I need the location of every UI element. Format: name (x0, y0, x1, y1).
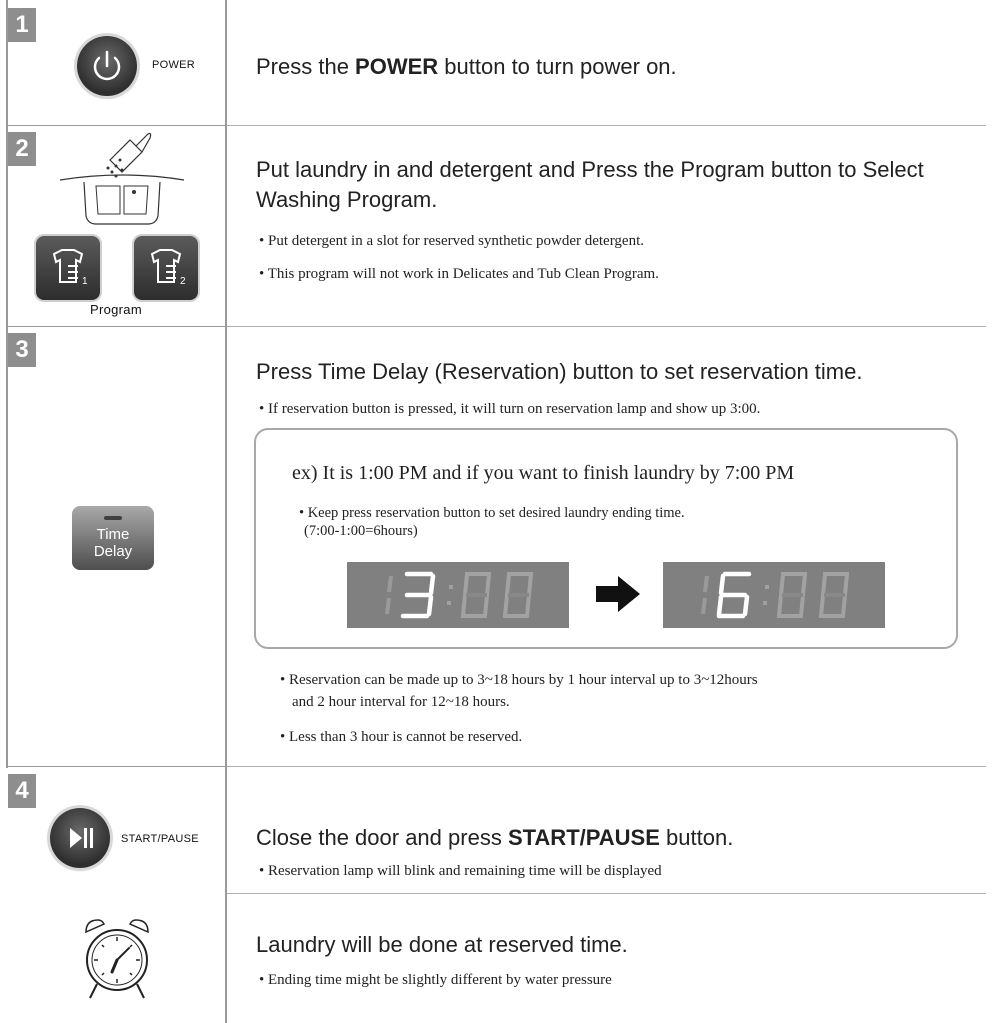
step-1-title: Press the POWER button to turn power on. (256, 54, 677, 79)
power-label: POWER (152, 59, 196, 71)
power-button[interactable] (77, 36, 137, 96)
row-divider (8, 326, 225, 327)
row-divider (227, 326, 986, 327)
example-heading: ex) It is 1:00 PM and if you want to fin… (292, 462, 795, 484)
step-number: 1 (8, 8, 36, 42)
program-1-button[interactable]: 1 (36, 236, 100, 300)
row-divider (227, 766, 986, 767)
step-4-title: Close the door and press START/PAUSE but… (256, 825, 734, 850)
step-2-bullet: • Put detergent in a slot for reserved s… (259, 233, 645, 249)
start-pause-button[interactable] (50, 808, 110, 868)
step-number: 2 (8, 132, 36, 166)
row-divider (8, 125, 225, 126)
step-2-title: Put laundry in and detergent and Press t… (256, 157, 924, 212)
step-number: 4 (8, 774, 36, 808)
program-shirt-icon: 1 (52, 249, 88, 287)
svg-text:2: 2 (180, 276, 186, 287)
step-4-bullet: • Reservation lamp will blink and remain… (259, 863, 662, 879)
step-3-title: Press Time Delay (Reservation) button to… (256, 359, 863, 384)
time-delay-label-line2: Delay (93, 543, 133, 560)
step-2-bullet: • This program will not work in Delicate… (259, 266, 659, 282)
step-number: 3 (8, 333, 36, 367)
column-divider (225, 0, 227, 1023)
row-divider (8, 766, 225, 767)
row-divider (227, 893, 986, 894)
example-box: ex) It is 1:00 PM and if you want to fin… (254, 428, 958, 649)
left-border (6, 0, 8, 768)
display-after (663, 562, 885, 628)
reservation-lamp (104, 516, 122, 520)
detergent-scoop-icon (59, 132, 185, 225)
play-pause-icon (70, 828, 93, 848)
time-delay-label-line1: Time (96, 526, 130, 543)
final-title: Laundry will be done at reserved time. (256, 932, 628, 957)
step-3-note: • Less than 3 hour is cannot be reserved… (280, 729, 523, 745)
program-2-button[interactable]: 2 (134, 236, 198, 300)
program-shirt-icon: 2 (150, 249, 186, 287)
arrow-right-icon (596, 576, 640, 612)
time-delay-button[interactable]: Time Delay (72, 506, 154, 570)
program-label: Program (90, 302, 142, 317)
step-3-note: and 2 hour interval for 12~18 hours. (292, 694, 510, 710)
power-icon (93, 50, 121, 81)
alarm-clock-icon (85, 919, 149, 999)
row-divider (227, 125, 986, 126)
example-calc: (7:00-1:00=6hours) (304, 523, 418, 539)
svg-text:1: 1 (82, 276, 88, 287)
start-pause-label: START/PAUSE (121, 833, 199, 845)
step-3-bullet: • If reservation button is pressed, it w… (259, 401, 761, 417)
final-bullet: • Ending time might be slightly differen… (259, 972, 612, 988)
display-before (347, 562, 569, 628)
step-3-note: • Reservation can be made up to 3~18 hou… (280, 672, 758, 688)
